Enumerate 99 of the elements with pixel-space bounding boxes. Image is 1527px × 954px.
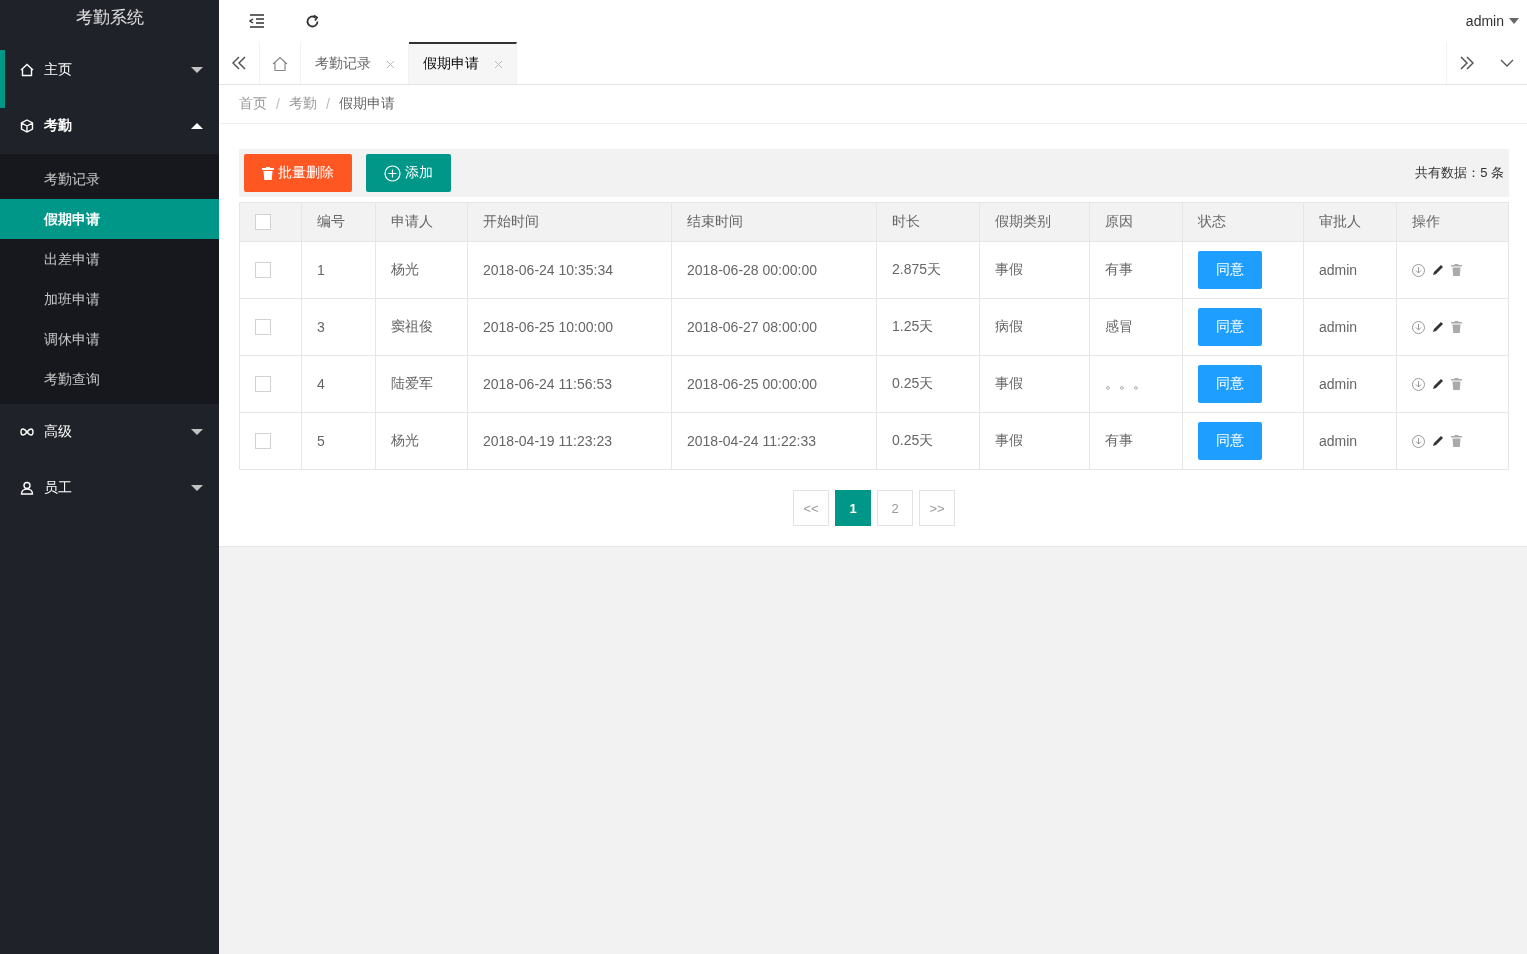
user-icon xyxy=(20,481,34,495)
table-cell: admin xyxy=(1303,355,1397,413)
table-cell: 2018-06-24 10:35:34 xyxy=(467,241,672,299)
plus-circle-icon xyxy=(384,164,401,182)
double-chevron-left-icon xyxy=(232,56,246,70)
add-button[interactable]: 添加 xyxy=(366,154,451,192)
table-cell: 5 xyxy=(301,412,376,470)
table-cell: admin xyxy=(1303,298,1397,356)
download-icon[interactable] xyxy=(1412,434,1425,448)
table-cell: 3 xyxy=(301,298,376,356)
column-header: 操作 xyxy=(1396,202,1509,242)
caret-icon xyxy=(1509,18,1519,24)
chevron-down-icon xyxy=(1500,59,1514,67)
breadcrumb-link[interactable]: 假期申请 xyxy=(338,95,395,113)
table-cell: admin xyxy=(1303,241,1397,299)
menu-icon[interactable] xyxy=(249,14,265,28)
trash-icon[interactable] xyxy=(1451,378,1462,390)
menu-item[interactable]: 考勤 xyxy=(0,98,219,154)
menu-label: 高级 xyxy=(44,423,73,441)
tab-label: 假期申请 xyxy=(423,55,479,73)
column-header: 原因 xyxy=(1089,202,1183,242)
close-icon[interactable] xyxy=(387,60,394,68)
table-cell: 事假 xyxy=(979,241,1090,299)
table-cell: 有事 xyxy=(1089,241,1183,299)
menu-label: 考勤 xyxy=(44,117,73,135)
menu-item[interactable]: 员工 xyxy=(0,460,219,516)
close-icon[interactable] xyxy=(495,60,502,68)
table-cell: 2018-04-24 11:22:33 xyxy=(671,412,877,470)
double-chevron-right-icon xyxy=(1460,56,1474,70)
total-count: 共有数据：5 条 xyxy=(1415,164,1504,182)
trash-icon[interactable] xyxy=(1451,321,1462,333)
download-icon[interactable] xyxy=(1412,377,1425,391)
menu-label: 主页 xyxy=(44,61,73,79)
select-all-checkbox[interactable] xyxy=(255,214,271,230)
download-icon[interactable] xyxy=(1412,263,1425,277)
table-cell: 2018-06-28 00:00:00 xyxy=(671,241,877,299)
table-cell: 4 xyxy=(301,355,376,413)
table-cell: 感冒 xyxy=(1089,298,1183,356)
edit-icon[interactable] xyxy=(1432,264,1444,276)
row-checkbox[interactable] xyxy=(255,262,271,278)
edit-icon[interactable] xyxy=(1432,378,1444,390)
edit-icon[interactable] xyxy=(1432,321,1444,333)
table-cell: 。。。 xyxy=(1089,355,1183,413)
table-cell: 1.25天 xyxy=(876,298,980,356)
table-cell: 窦祖俊 xyxy=(375,298,468,356)
home-icon xyxy=(272,55,288,71)
table-cell: 事假 xyxy=(979,412,1090,470)
menu-label: 员工 xyxy=(44,479,73,497)
breadcrumb-separator: / xyxy=(325,96,330,112)
download-icon[interactable] xyxy=(1412,320,1425,334)
table-cell: admin xyxy=(1303,412,1397,470)
column-header: 编号 xyxy=(301,202,376,242)
table-cell: 2018-06-25 00:00:00 xyxy=(671,355,877,413)
submenu-item[interactable]: 出差申请 xyxy=(0,239,219,279)
tab[interactable]: 假期申请 xyxy=(409,42,517,84)
table-cell: 陆爱军 xyxy=(375,355,468,413)
table-cell: 病假 xyxy=(979,298,1090,356)
table-cell: 2018-06-25 10:00:00 xyxy=(467,298,672,356)
table-cell: 1 xyxy=(301,241,376,299)
batch-delete-button[interactable]: 批量删除 xyxy=(244,154,352,192)
column-header: 结束时间 xyxy=(671,202,877,242)
page-button[interactable]: 1 xyxy=(835,490,871,526)
submenu-item[interactable]: 考勤记录 xyxy=(0,159,219,199)
infinity-icon xyxy=(20,427,34,437)
trash-icon[interactable] xyxy=(1451,264,1462,276)
menu-item[interactable]: 高级 xyxy=(0,404,219,460)
column-header: 假期类别 xyxy=(979,202,1090,242)
home-icon xyxy=(20,63,34,77)
table-cell: 0.25天 xyxy=(876,412,980,470)
submenu-item[interactable]: 考勤查询 xyxy=(0,359,219,399)
trash-icon[interactable] xyxy=(1451,435,1462,447)
submenu-item[interactable]: 调休申请 xyxy=(0,319,219,359)
submenu-item[interactable]: 加班申请 xyxy=(0,279,219,319)
app-title: 考勤系统 xyxy=(74,7,145,29)
table-cell: 杨光 xyxy=(375,412,468,470)
table-cell: 2018-06-24 11:56:53 xyxy=(467,355,672,413)
column-header: 申请人 xyxy=(375,202,468,242)
table-cell: 杨光 xyxy=(375,241,468,299)
row-checkbox[interactable] xyxy=(255,433,271,449)
table-cell: 2018-04-19 11:23:23 xyxy=(467,412,672,470)
table-cell: 有事 xyxy=(1089,412,1183,470)
submenu-item[interactable]: 假期申请 xyxy=(0,199,219,239)
cube-icon xyxy=(20,119,34,133)
breadcrumb-separator: / xyxy=(276,96,280,112)
trash-icon xyxy=(262,166,274,180)
user-menu[interactable]: admin xyxy=(1465,13,1519,29)
refresh-icon[interactable] xyxy=(305,13,320,29)
row-checkbox[interactable] xyxy=(255,319,271,335)
edit-icon[interactable] xyxy=(1432,435,1444,447)
column-header: 时长 xyxy=(876,202,980,242)
table-cell: 0.25天 xyxy=(876,355,980,413)
column-header: 开始时间 xyxy=(467,202,672,242)
tab-label: 考勤记录 xyxy=(315,55,371,73)
table-cell: 2018-06-27 08:00:00 xyxy=(671,298,877,356)
table-cell: 事假 xyxy=(979,355,1090,413)
row-checkbox[interactable] xyxy=(255,376,271,392)
column-header: 审批人 xyxy=(1303,202,1397,242)
column-header: 状态 xyxy=(1182,202,1304,242)
table-cell: 2.875天 xyxy=(876,241,980,299)
